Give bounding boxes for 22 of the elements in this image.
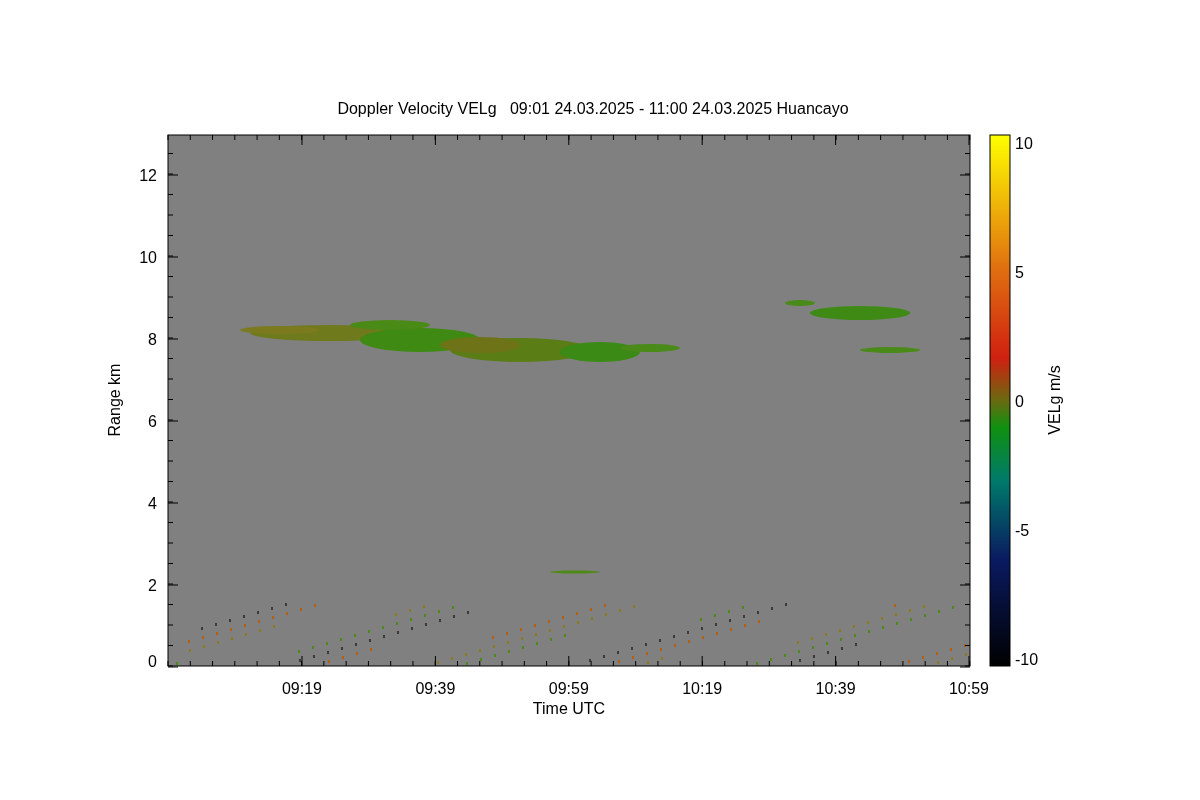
y-tick-label: 4 <box>148 495 157 512</box>
y-tick-label: 0 <box>148 653 157 670</box>
y-tick-label: 10 <box>139 249 157 266</box>
color-scale-label: -10 <box>1015 651 1039 668</box>
color-scale-label: 5 <box>1015 264 1024 281</box>
y-axis-label: Range km <box>106 363 123 437</box>
color-scale-label: 10 <box>1015 135 1033 152</box>
x-tick-label: 09:59 <box>548 680 589 697</box>
x-tick-label: 10:39 <box>815 680 856 697</box>
x-tick-label: 10:19 <box>682 680 723 697</box>
color-scale-title: VELg m/s <box>1046 365 1063 435</box>
y-tick-label: 2 <box>148 577 157 594</box>
x-axis-label: Time UTC <box>532 700 606 717</box>
y-tick-label: 6 <box>148 413 157 430</box>
color-scale-label: -5 <box>1015 522 1030 539</box>
y-tick-label: 12 <box>139 167 157 184</box>
x-tick-label: 09:19 <box>282 680 322 697</box>
x-tick-label: 10:59 <box>949 680 989 697</box>
plot-title: Doppler Velocity VELg 09:01 24.03.2025 - 11:00 24.03.2025 Huancayo <box>337 100 849 117</box>
color-scale-label: 0 <box>1015 393 1024 410</box>
x-tick-label: 09:39 <box>415 680 456 697</box>
y-tick-label: 8 <box>148 331 157 348</box>
